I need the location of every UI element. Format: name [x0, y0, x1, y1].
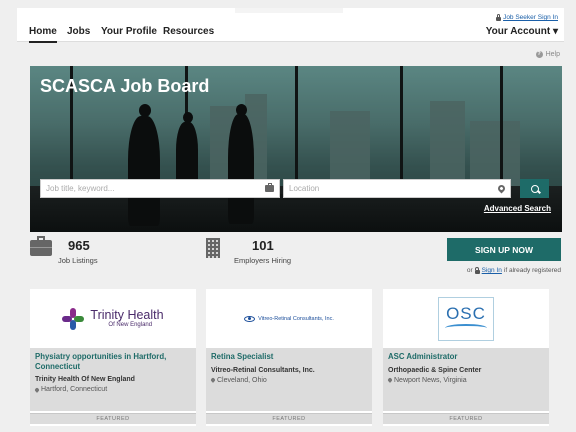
briefcase-icon [30, 236, 52, 256]
nav-home[interactable]: Home [29, 26, 57, 43]
wave-icon [445, 324, 487, 332]
vitreo-logo-text: Vitreo-Retinal Consultants, Inc. [258, 315, 334, 322]
hero-banner: SCASCA Job Board Advanced Search [30, 66, 562, 232]
sign-in-link-label: Job Seeker Sign In [503, 14, 558, 21]
lock-icon [496, 13, 502, 21]
nav-your-profile[interactable]: Your Profile [101, 26, 157, 37]
job-title-link[interactable]: Retina Specialist [211, 352, 367, 362]
job-location: Hartford, Connecticut [34, 386, 191, 394]
sign-in-prompt: or Sign In if already registered [466, 266, 561, 274]
company-logo: Vitreo-Retinal Consultants, Inc. [206, 289, 372, 348]
job-title-link[interactable]: ASC Administrator [388, 352, 544, 362]
job-card[interactable]: Vitreo-Retinal Consultants, Inc. Retina … [206, 289, 372, 426]
person-silhouette [128, 116, 160, 226]
vitreo-retinal-logo: Vitreo-Retinal Consultants, Inc. [244, 315, 334, 322]
job-location: Cleveland, Ohio [210, 376, 367, 384]
location-search-field[interactable] [283, 179, 511, 198]
help-link[interactable]: ? Help [535, 51, 560, 58]
company-logo: OSC [383, 289, 549, 348]
lock-icon [474, 266, 480, 274]
sign-up-now-button[interactable]: SIGN UP NOW [447, 238, 561, 261]
location-pin-icon [34, 387, 40, 393]
sign-in-link[interactable]: Sign In [482, 267, 502, 274]
trinity-logo-subtext: Of New England [108, 321, 153, 328]
sign-in-suffix: if already registered [503, 267, 561, 274]
employers-label: Employers Hiring [234, 256, 292, 265]
person-silhouette [228, 114, 254, 224]
your-account-menu[interactable]: Your Account ▾ [486, 26, 558, 37]
location-pin-icon [496, 183, 507, 194]
nav-resources[interactable]: Resources [163, 26, 214, 37]
job-location-text: Hartford, Connecticut [41, 386, 108, 394]
board-title: SCASCA Job Board [40, 76, 210, 96]
job-seeker-sign-in-link[interactable]: Job Seeker Sign In [496, 13, 558, 21]
trinity-health-logo: Trinity Health Of New England [62, 307, 164, 330]
job-card[interactable]: OSC ASC Administrator Orthopaedic & Spin… [383, 289, 549, 426]
eye-icon [244, 315, 256, 322]
building-icon [206, 238, 220, 258]
job-listings-label: Job Listings [58, 256, 98, 265]
briefcase-icon [265, 183, 274, 192]
sign-in-prefix: or [466, 267, 473, 274]
advanced-search-link[interactable]: Advanced Search [484, 204, 551, 213]
osc-logo-text: OSC [446, 304, 486, 323]
job-title-link[interactable]: Physiatry opportunities in Hartford, Con… [35, 352, 191, 371]
location-pin-icon [387, 377, 393, 384]
job-location-text: Cleveland, Ohio [217, 376, 267, 384]
keyword-input[interactable] [46, 184, 265, 193]
featured-badge: FEATURED [30, 413, 196, 424]
location-pin-icon [210, 377, 216, 384]
osc-logo: OSC [438, 296, 494, 341]
job-location: Newport News, Virginia [387, 376, 544, 384]
keyword-search-field[interactable] [40, 179, 280, 198]
top-navigation: Home Jobs Your Profile Resources Job See… [17, 8, 564, 43]
search-button[interactable] [520, 179, 549, 198]
job-info: Retina Specialist Vitreo-Retinal Consult… [206, 348, 372, 411]
job-card[interactable]: Trinity Health Of New England Physiatry … [30, 289, 196, 426]
search-icon [530, 184, 539, 193]
company-logo: Trinity Health Of New England [30, 289, 196, 348]
featured-badge: FEATURED [383, 413, 549, 424]
company-name: Orthopaedic & Spine Center [388, 366, 482, 374]
location-input[interactable] [289, 184, 498, 193]
employers-count: 101 [252, 238, 274, 253]
company-name: Trinity Health Of New England [35, 376, 135, 384]
job-info: ASC Administrator Orthopaedic & Spine Ce… [383, 348, 549, 411]
featured-badge: FEATURED [206, 413, 372, 424]
nav-jobs[interactable]: Jobs [67, 26, 90, 37]
top-cropped-strip [235, 8, 343, 13]
job-listings-count: 965 [68, 238, 90, 253]
company-name: Vitreo-Retinal Consultants, Inc. [211, 366, 315, 374]
job-location-text: Newport News, Virginia [394, 376, 467, 384]
trinity-cross-icon [62, 307, 85, 330]
job-info: Physiatry opportunities in Hartford, Con… [30, 348, 196, 411]
trinity-logo-name: Trinity Health [90, 308, 164, 323]
help-label: Help [545, 51, 560, 58]
question-icon: ? [535, 51, 543, 58]
